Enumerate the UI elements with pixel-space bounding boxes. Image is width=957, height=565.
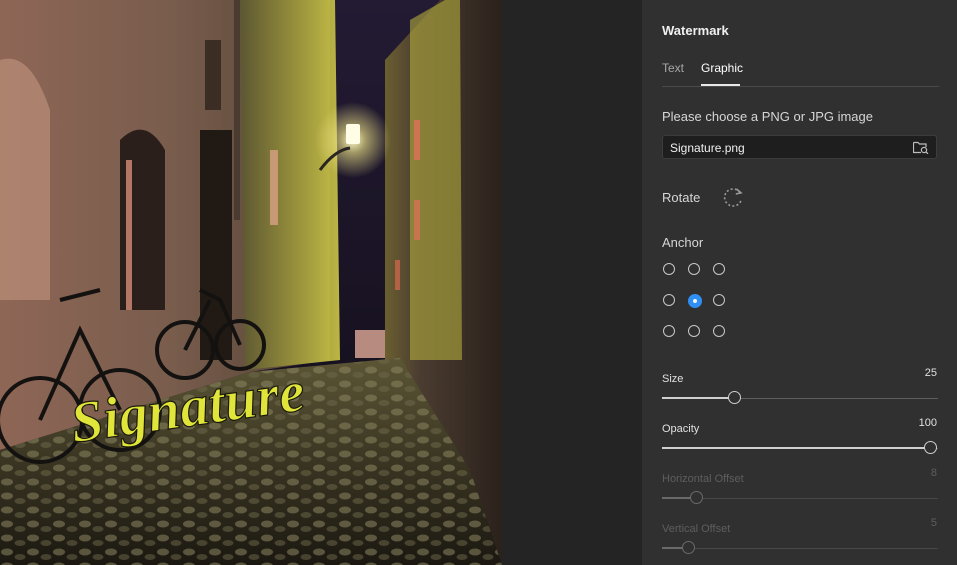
active-tab-underline [701,84,740,86]
opacity-value: 100 [918,417,937,429]
vertical-offset-slider-thumb[interactable] [682,541,695,554]
panel-title: Watermark [662,23,729,38]
file-prompt-label: Please choose a PNG or JPG image [662,109,873,124]
vertical-offset-slider-track[interactable] [662,541,938,554]
rotate-label: Rotate [662,190,701,205]
canvas-background [502,0,642,565]
size-slider-track[interactable] [662,391,938,404]
size-label: Size [662,373,684,385]
anchor-grid [662,262,734,342]
vertical-offset-value: 5 [930,517,937,529]
opacity-slider-track[interactable] [662,441,938,454]
horizontal-offset-slider-thumb[interactable] [690,491,703,504]
opacity-slider-thumb[interactable] [924,441,937,454]
size-value: 25 [924,367,937,379]
anchor-label: Anchor [662,235,704,250]
anchor-bottom-left[interactable] [663,325,675,337]
anchor-bottom-center[interactable] [688,325,700,337]
horizontal-offset-label: Horizontal Offset [662,473,744,485]
anchor-bottom-right[interactable] [713,325,725,337]
rotate-icon[interactable] [721,186,745,213]
size-slider-thumb[interactable] [728,391,741,404]
watermark-panel: Watermark Text Graphic Please choose a P… [642,0,957,565]
photo-canvas: Signature [0,0,502,565]
tab-graphic[interactable]: Graphic [701,61,743,75]
anchor-center[interactable] [688,294,702,308]
folder-search-icon[interactable] [912,141,929,159]
anchor-top-left[interactable] [663,263,675,275]
horizontal-offset-slider-track[interactable] [662,491,938,504]
vertical-offset-label: Vertical Offset [662,523,731,535]
file-name-value: Signature.png [670,141,745,155]
anchor-top-center[interactable] [688,263,700,275]
anchor-middle-left[interactable] [663,294,675,306]
file-picker-field[interactable]: Signature.png [662,135,937,159]
horizontal-offset-value: 8 [930,467,937,479]
size-slider-fill [662,397,735,399]
tab-text[interactable]: Text [662,61,684,75]
opacity-label: Opacity [662,423,700,435]
anchor-top-right[interactable] [713,263,725,275]
opacity-slider-fill [662,447,931,449]
tab-bar: Text Graphic [662,55,939,87]
anchor-middle-right[interactable] [713,294,725,306]
photo-preview: Signature [0,0,502,565]
